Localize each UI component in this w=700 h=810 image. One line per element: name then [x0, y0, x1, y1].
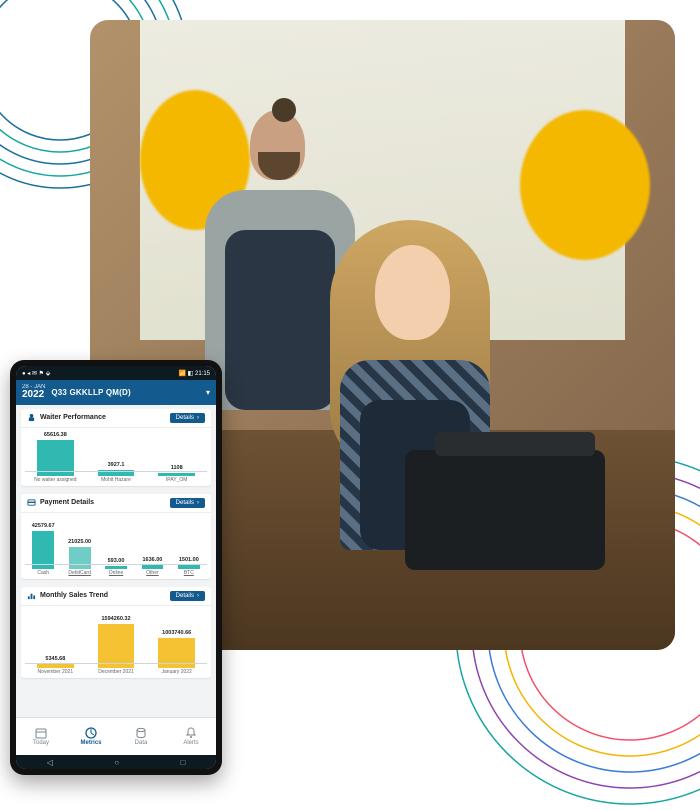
bar — [142, 565, 164, 569]
bar-label: Cash — [37, 571, 49, 577]
bar — [69, 547, 91, 569]
details-button[interactable]: Details› — [170, 591, 205, 601]
bar-value: 1108 — [171, 465, 183, 471]
status-icons-left: ● ◂ ✉ ⚑ ⬙ — [22, 370, 50, 377]
chevron-right-icon: › — [197, 593, 199, 599]
bar-item: 1003740.66 January 2022 — [146, 630, 207, 676]
android-nav: ◁ ○ □ — [16, 755, 216, 769]
bar-label: January 2022 — [162, 670, 192, 676]
bar — [32, 531, 54, 569]
bar-item: 1636.00 Other — [134, 557, 170, 577]
bar — [98, 470, 134, 476]
home-icon[interactable]: ○ — [114, 758, 119, 767]
bar — [105, 566, 127, 569]
chevron-down-icon[interactable]: ▾ — [206, 388, 210, 397]
card-title: Monthly Sales Trend — [40, 592, 108, 599]
bar-value: 1003740.66 — [162, 630, 191, 636]
bar-label: BTC — [184, 571, 194, 577]
calendar-icon — [35, 727, 47, 739]
bar — [98, 624, 134, 668]
bar-item: 5345.68 November 2021 — [25, 656, 86, 676]
data-icon — [135, 727, 147, 739]
card-title: Payment Details — [40, 499, 94, 506]
waiter-icon — [27, 413, 36, 422]
nav-metrics[interactable]: Metrics — [66, 718, 116, 755]
bottom-nav: Today Metrics Data Alerts — [16, 717, 216, 755]
app-header: 28 - JAN 2022 Q33 GKKLLP QM(D) ▾ — [16, 380, 216, 405]
details-button[interactable]: Details› — [170, 413, 205, 423]
bar-item: 1501.00 BTC — [171, 557, 207, 577]
nav-alerts[interactable]: Alerts — [166, 718, 216, 755]
bar-label: Mohit Hazare — [101, 478, 131, 484]
trend-icon — [27, 591, 36, 600]
trend-chart: 5345.68 November 2021 1594260.32 December 2… — [21, 606, 211, 678]
bar-value: 593.00 — [108, 558, 125, 564]
card-payment-details: Payment Details Details› 42579.67 Cash 210… — [21, 494, 211, 579]
bar-label: No waiter assigned — [34, 478, 77, 484]
bar-value: 3927.1 — [108, 462, 125, 468]
bar-value: 5345.68 — [45, 656, 65, 662]
bar-item: 593.00 Online — [98, 558, 134, 577]
bar-value: 42579.67 — [32, 523, 55, 529]
android-statusbar: ● ◂ ✉ ⚑ ⬙ 📶 ◧ 21:15 — [16, 366, 216, 380]
header-date[interactable]: 28 - JAN 2022 — [22, 384, 45, 401]
back-icon[interactable]: ◁ — [47, 758, 53, 767]
card-monthly-sales: Monthly Sales Trend Details› 5345.68 Nove… — [21, 587, 211, 678]
header-title[interactable]: Q33 GKKLLP QM(D) — [51, 388, 200, 397]
bar-label: DebitCard — [68, 571, 91, 577]
details-button[interactable]: Details› — [170, 498, 205, 508]
bar-value: 1501.00 — [179, 557, 199, 563]
waiter-chart: 65616.38 No waiter assigned 3927.1 Mohit Ha… — [21, 428, 211, 486]
chevron-right-icon: › — [197, 500, 199, 506]
status-right: 📶 ◧ 21:15 — [179, 370, 211, 377]
bar-label: Online — [109, 571, 123, 577]
payment-chart: 42579.67 Cash 21025.00 DebitCard 593.00 Onlin… — [21, 513, 211, 579]
chevron-right-icon: › — [197, 415, 199, 421]
bar-value: 21025.00 — [68, 539, 91, 545]
bar-item: 42579.67 Cash — [25, 523, 61, 577]
card-title: Waiter Performance — [40, 414, 106, 421]
bar-label: November 2021 — [38, 670, 74, 676]
bar-item: 1594260.32 December 2021 — [86, 616, 147, 676]
bar-item: 1108 IPAY_OM — [146, 465, 207, 484]
bar-label: Other — [146, 571, 159, 577]
bar — [37, 664, 73, 668]
bar-item: 21025.00 DebitCard — [61, 539, 97, 577]
bar-value: 1636.00 — [142, 557, 162, 563]
recent-icon[interactable]: □ — [180, 758, 185, 767]
bar — [37, 440, 73, 476]
nav-today[interactable]: Today — [16, 718, 66, 755]
status-time: 21:15 — [195, 371, 210, 377]
metrics-icon — [85, 727, 97, 739]
bar — [178, 565, 200, 569]
nav-data[interactable]: Data — [116, 718, 166, 755]
card-waiter-performance: Waiter Performance Details› 65616.38 No w… — [21, 409, 211, 486]
bar — [158, 638, 194, 668]
payment-icon — [27, 498, 36, 507]
bar-value: 1594260.32 — [101, 616, 130, 622]
bell-icon — [185, 727, 197, 739]
bar-item: 65616.38 No waiter assigned — [25, 432, 86, 484]
bar — [158, 473, 194, 476]
bar-label: IPAY_OM — [166, 478, 188, 484]
bar-label: December 2021 — [98, 670, 134, 676]
bar-item: 3927.1 Mohit Hazare — [86, 462, 147, 484]
phone-device: ● ◂ ✉ ⚑ ⬙ 📶 ◧ 21:15 28 - JAN 2022 Q33 GK… — [10, 360, 222, 775]
bar-value: 65616.38 — [44, 432, 67, 438]
pos-register — [405, 450, 605, 570]
